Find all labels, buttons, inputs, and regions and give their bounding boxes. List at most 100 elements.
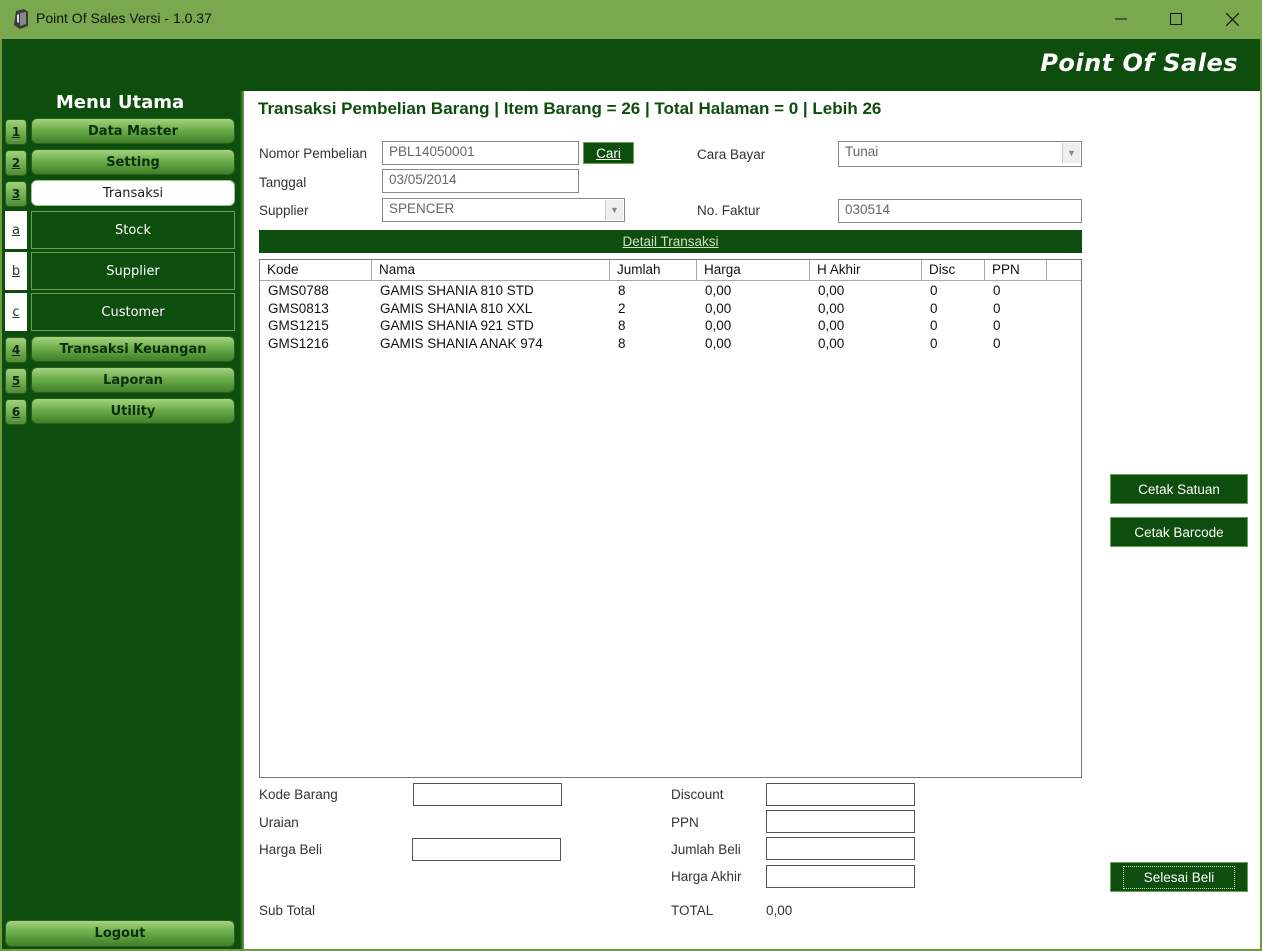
nomor-pembelian-label: Nomor Pembelian: [259, 146, 368, 161]
menu-utility-button[interactable]: Utility: [31, 398, 235, 424]
close-button[interactable]: [1204, 0, 1260, 38]
no-faktur-label: No. Faktur: [697, 203, 761, 218]
menu-laporan-button[interactable]: Laporan: [31, 367, 235, 393]
minimize-button[interactable]: [1093, 0, 1149, 38]
ppn-label: PPN: [671, 815, 699, 830]
discount-field[interactable]: [766, 783, 915, 806]
table-row[interactable]: GMS0813 GAMIS SHANIA 810 XXL 2 0,00 0,00 0 0: [260, 301, 1047, 318]
selesai-beli-button[interactable]: Selesai Beli: [1110, 862, 1248, 892]
menu-transaksi-button[interactable]: Transaksi: [31, 180, 235, 206]
brand-title: Point Of Sales: [1040, 49, 1238, 77]
app-icon: [14, 9, 28, 29]
table-row[interactable]: GMS1216 GAMIS SHANIA ANAK 974 8 0,00 0,00 0 0: [260, 336, 1047, 353]
cara-bayar-select[interactable]: Tunai ▼: [838, 141, 1082, 167]
selesai-beli-label: Selesai Beli: [1122, 865, 1236, 889]
cell-h-akhir: 0,00: [818, 300, 845, 316]
cell-jumlah: 8: [618, 335, 626, 351]
supplier-label: Supplier: [259, 203, 309, 218]
cell-disc: 0: [930, 318, 938, 333]
nomor-pembelian-field[interactable]: PBL14050001: [382, 141, 579, 165]
cell-h-akhir: 0,00: [818, 283, 845, 298]
tanggal-field[interactable]: 03/05/2014: [382, 169, 579, 193]
discount-label: Discount: [671, 787, 724, 802]
kode-barang-label: Kode Barang: [259, 787, 338, 802]
kode-barang-field[interactable]: [413, 783, 562, 806]
submenu-stock-button[interactable]: Stock: [31, 211, 235, 249]
minimize-icon: [1115, 18, 1127, 20]
menu-key-5: 5: [5, 368, 27, 394]
cell-nama: GAMIS SHANIA 810 XXL: [380, 300, 533, 316]
detail-transaksi-label: Detail Transaksi: [622, 234, 719, 249]
cell-nama: GAMIS SHANIA ANAK 974: [380, 335, 543, 351]
cell-jumlah: 2: [618, 300, 626, 316]
column-ppn[interactable]: PPN: [985, 260, 1047, 281]
cell-ppn: 0: [993, 335, 1001, 351]
menu-key-6: 6: [5, 399, 27, 425]
cara-bayar-label: Cara Bayar: [697, 147, 766, 162]
maximize-button[interactable]: [1148, 0, 1204, 38]
page-title: Transaksi Pembelian Barang | Item Barang…: [258, 99, 882, 118]
main-panel: Transaksi Pembelian Barang | Item Barang…: [244, 91, 1260, 949]
cell-harga: 0,00: [705, 283, 732, 298]
jumlah-beli-label: Jumlah Beli: [671, 842, 741, 857]
menu-key-1: 1: [5, 119, 27, 145]
column-disc[interactable]: Disc: [922, 260, 985, 281]
menu-key-3: 3: [5, 181, 27, 207]
table-row[interactable]: GMS1215 GAMIS SHANIA 921 STD 8 0,00 0,00 0 0: [260, 318, 1047, 335]
menu-title: Menu Utama: [55, 92, 185, 113]
table-row[interactable]: GMS0788 GAMIS SHANIA 810 STD 8 0,00 0,00 0 0: [260, 283, 1047, 300]
cell-harga: 0,00: [705, 300, 732, 316]
jumlah-beli-field[interactable]: [766, 837, 915, 860]
harga-akhir-field[interactable]: [766, 865, 915, 888]
chevron-down-icon[interactable]: ▼: [605, 200, 623, 220]
harga-beli-label: Harga Beli: [259, 842, 323, 857]
cetak-satuan-button[interactable]: Cetak Satuan: [1110, 474, 1248, 504]
sub-total-label: Sub Total: [259, 903, 316, 918]
cell-ppn: 0: [993, 318, 1001, 333]
cell-kode: GMS0813: [268, 300, 329, 316]
tanggal-label: Tanggal: [259, 175, 307, 190]
menu-transaksi-keuangan-button[interactable]: Transaksi Keuangan: [31, 336, 235, 362]
detail-table[interactable]: Kode Nama Jumlah Harga H Akhir Disc PPN …: [259, 259, 1082, 778]
menu-setting-button[interactable]: Setting: [31, 149, 235, 175]
total-label: TOTAL: [671, 903, 714, 918]
cara-bayar-value: Tunai: [845, 144, 879, 159]
chevron-down-icon[interactable]: ▼: [1062, 143, 1080, 163]
cell-nama: GAMIS SHANIA 921 STD: [380, 318, 534, 333]
submenu-key-b: b: [5, 252, 27, 290]
detail-transaksi-tab[interactable]: Detail Transaksi: [259, 230, 1082, 253]
supplier-select[interactable]: SPENCER ▼: [382, 198, 625, 222]
title-bar: Point Of Sales Versi - 1.0.37: [0, 0, 1262, 39]
cell-nama: GAMIS SHANIA 810 STD: [380, 283, 534, 298]
cell-h-akhir: 0,00: [818, 335, 845, 351]
close-icon: [1225, 12, 1239, 26]
logout-button[interactable]: Logout: [5, 920, 235, 947]
submenu-key-a: a: [5, 211, 27, 249]
maximize-icon: [1170, 13, 1182, 25]
column-h-akhir[interactable]: H Akhir: [810, 260, 922, 281]
cell-harga: 0,00: [705, 318, 732, 333]
column-kode[interactable]: Kode: [260, 260, 372, 281]
header-band: Point Of Sales: [2, 39, 1260, 91]
cell-ppn: 0: [993, 283, 1001, 298]
cell-disc: 0: [930, 283, 938, 298]
total-value: 0,00: [766, 903, 793, 918]
column-harga[interactable]: Harga: [697, 260, 810, 281]
cell-ppn: 0: [993, 300, 1001, 316]
submenu-customer-button[interactable]: Customer: [31, 293, 235, 331]
cell-kode: GMS1215: [268, 318, 329, 333]
cetak-barcode-button[interactable]: Cetak Barcode: [1110, 517, 1248, 547]
cari-button[interactable]: Cari: [583, 142, 634, 164]
cell-kode: GMS1216: [268, 335, 329, 351]
submenu-supplier-button[interactable]: Supplier: [31, 252, 235, 290]
menu-data-master-button[interactable]: Data Master: [31, 118, 235, 144]
column-empty: [1047, 260, 1081, 281]
ppn-field[interactable]: [766, 810, 915, 833]
cell-h-akhir: 0,00: [818, 318, 845, 333]
harga-beli-field[interactable]: [412, 838, 561, 861]
column-nama[interactable]: Nama: [372, 260, 610, 281]
harga-akhir-label: Harga Akhir: [671, 869, 742, 884]
column-jumlah[interactable]: Jumlah: [610, 260, 697, 281]
sidebar: Menu Utama 1 Data Master 2 Setting 3 Tra…: [2, 91, 244, 949]
no-faktur-field[interactable]: 030514: [838, 199, 1082, 223]
